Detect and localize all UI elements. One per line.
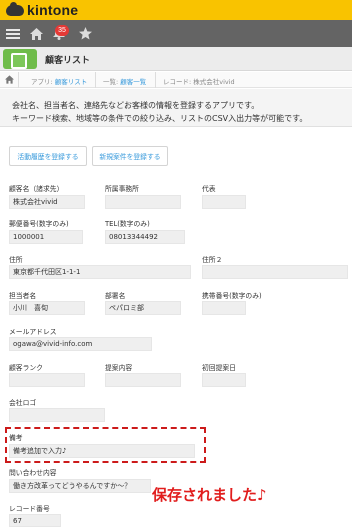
representative-field[interactable] bbox=[202, 195, 246, 209]
first-proposal-date-label: 初回提案日 bbox=[202, 364, 236, 372]
notification-badge: 35 bbox=[55, 25, 69, 36]
rank-field[interactable] bbox=[9, 373, 85, 387]
breadcrumb-separator bbox=[155, 72, 156, 88]
kintone-logo[interactable]: kintone bbox=[6, 1, 79, 18]
brand-name: kintone bbox=[27, 2, 79, 18]
breadcrumb-app-prefix: アプリ: bbox=[31, 78, 55, 86]
home-icon[interactable] bbox=[5, 75, 14, 86]
postal-code-field[interactable]: 1000001 bbox=[9, 230, 83, 244]
saved-message: 保存されました♪ bbox=[152, 486, 267, 504]
app-icon bbox=[3, 49, 37, 69]
description-line-1: 会社名、担当者名、連絡先などお客様の情報を登録するアプリです。 bbox=[12, 101, 260, 110]
customer-name-label: 顧客名（諸求先） bbox=[9, 185, 64, 193]
home-icon[interactable] bbox=[28, 20, 44, 47]
department-field[interactable] bbox=[105, 195, 181, 209]
app-title: 顧客リスト bbox=[45, 56, 91, 66]
division-field[interactable]: ペパロミ部 bbox=[105, 301, 181, 315]
address-field[interactable]: 東京都千代田区1-1-1 bbox=[9, 265, 191, 279]
header-bar: kintone bbox=[0, 0, 352, 20]
register-deal-button[interactable]: 新規案件を登録する bbox=[92, 146, 168, 166]
record-number-label: レコード番号 bbox=[9, 505, 50, 513]
first-proposal-date-field[interactable] bbox=[202, 373, 246, 387]
mobile-field[interactable] bbox=[202, 301, 246, 315]
menu-icon[interactable] bbox=[4, 20, 22, 47]
breadcrumb-separator bbox=[95, 72, 96, 88]
address2-field[interactable] bbox=[202, 265, 348, 279]
cybozu-logo-icon bbox=[6, 1, 24, 16]
record-number-field: 67 bbox=[9, 514, 61, 527]
nav-bar bbox=[0, 20, 352, 47]
breadcrumb-list: 一覧: 顧客一覧 bbox=[103, 76, 146, 86]
breadcrumb-app-link[interactable]: 顧客リスト bbox=[55, 78, 88, 86]
breadcrumb-app: アプリ: 顧客リスト bbox=[31, 76, 87, 86]
notes-highlight-box bbox=[5, 427, 206, 463]
department-label: 所属事務所 bbox=[105, 185, 139, 193]
register-activity-button[interactable]: 活動履歴を登録する bbox=[9, 146, 87, 166]
email-label: メールアドレス bbox=[9, 328, 57, 336]
logo-label: 会社ロゴ bbox=[9, 399, 37, 407]
address2-label: 住所２ bbox=[202, 256, 223, 264]
breadcrumb-record: レコード: 株式会社vivid bbox=[163, 78, 235, 86]
breadcrumb-list-prefix: 一覧: bbox=[103, 78, 121, 86]
rank-label: 顧客ランク bbox=[9, 364, 43, 372]
breadcrumb-separator bbox=[18, 72, 19, 88]
address-label: 住所 bbox=[9, 256, 23, 264]
tel-field[interactable]: 08013344492 bbox=[105, 230, 185, 244]
proposal-label: 提案内容 bbox=[105, 364, 133, 372]
star-icon[interactable] bbox=[77, 20, 93, 47]
tel-label: TEL(数字のみ) bbox=[105, 220, 150, 228]
contact-person-field[interactable]: 小川 喜旬 bbox=[9, 301, 85, 315]
contact-person-label: 担当者名 bbox=[9, 292, 37, 300]
inquiry-label: 問い合わせ内容 bbox=[9, 469, 57, 477]
inquiry-field[interactable]: 働き方改革ってどうやるんですか～？ bbox=[9, 479, 151, 493]
app-description: 会社名、担当者名、連絡先などお客様の情報を登録するアプリです。 キーワード検索、… bbox=[0, 89, 352, 127]
logo-field[interactable] bbox=[9, 408, 105, 422]
breadcrumb-list-link[interactable]: 顧客一覧 bbox=[120, 78, 146, 86]
proposal-field[interactable] bbox=[105, 373, 181, 387]
email-field[interactable]: ogawa@vivid-info.com bbox=[9, 337, 152, 351]
division-label: 部署名 bbox=[105, 292, 126, 300]
mobile-label: 携帯番号(数字のみ) bbox=[202, 292, 262, 300]
customer-name-field[interactable]: 株式会社vivid bbox=[9, 195, 85, 209]
app-header: 顧客リスト bbox=[0, 47, 352, 71]
description-line-2: キーワード検索、地域等の条件での絞り込み、リストのCSV入出力等が可能です。 bbox=[12, 114, 308, 123]
representative-label: 代表 bbox=[202, 185, 216, 193]
postal-code-label: 郵便番号(数字のみ) bbox=[9, 220, 69, 228]
breadcrumb: アプリ: 顧客リスト 一覧: 顧客一覧 レコード: 株式会社vivid bbox=[0, 72, 352, 88]
